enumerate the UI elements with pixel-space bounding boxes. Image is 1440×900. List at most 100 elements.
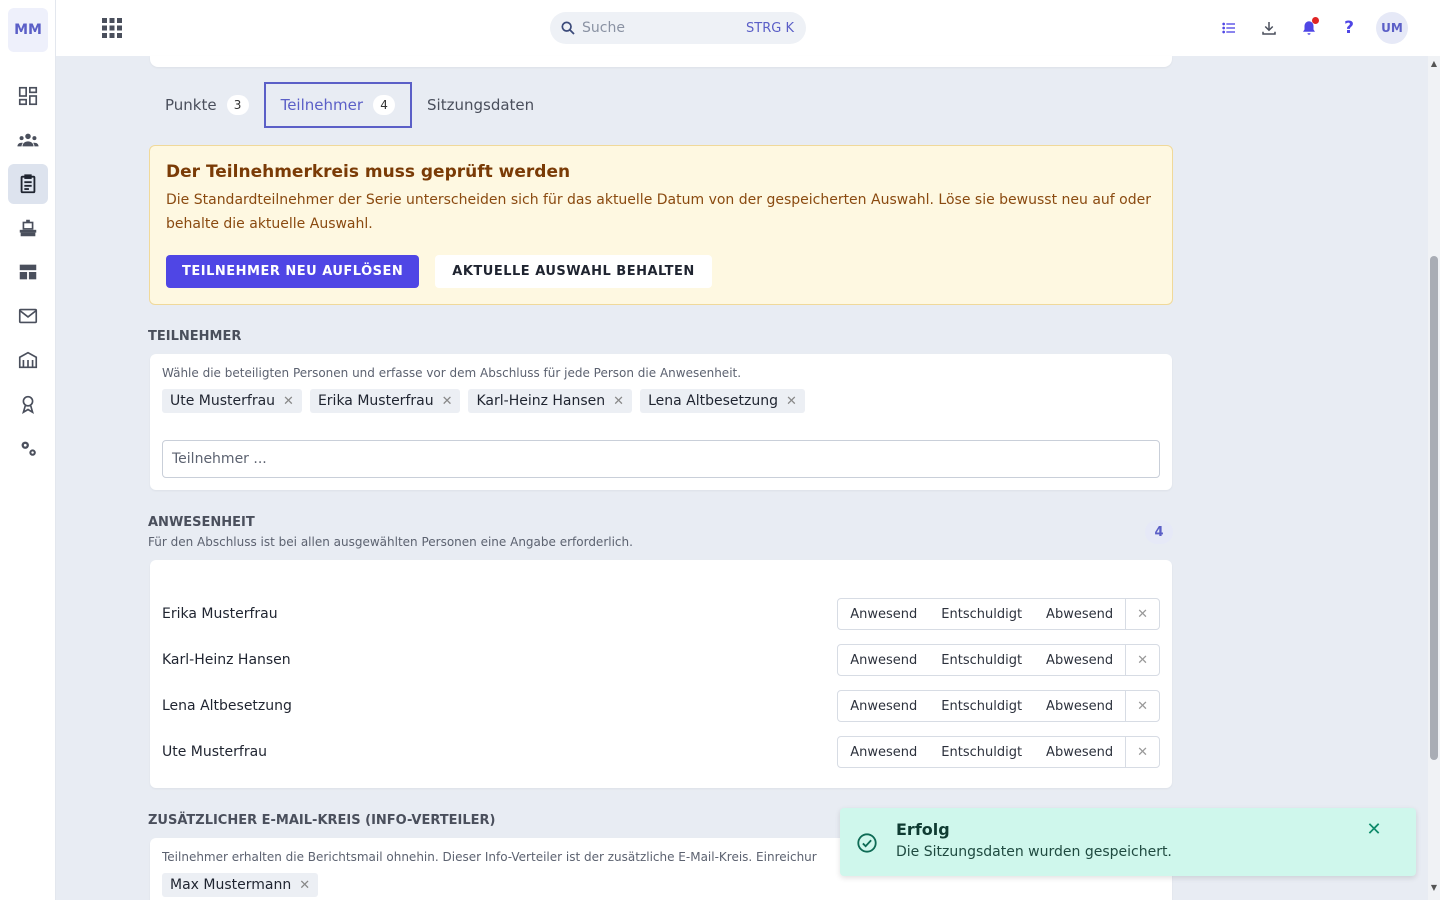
chip-label: Ute Musterfrau — [170, 393, 276, 409]
list-button[interactable] — [1216, 12, 1242, 44]
building-icon — [18, 351, 38, 369]
chip-label: Max Mustermann — [170, 877, 292, 893]
notifications-button[interactable] — [1296, 12, 1322, 44]
attendance-card: Erika Musterfrau Anwesend Entschuldigt A… — [150, 560, 1172, 788]
sidebar-item-settings[interactable] — [8, 428, 48, 468]
attendance-person-name: Ute Musterfrau — [162, 744, 268, 760]
list-icon — [1222, 22, 1235, 34]
participants-heading: TEILNEHMER — [148, 329, 242, 344]
option-excused[interactable]: Entschuldigt — [929, 599, 1034, 629]
download-icon — [1262, 22, 1276, 35]
sidebar-item-groups[interactable] — [8, 120, 48, 160]
option-absent[interactable]: Abwesend — [1034, 599, 1125, 629]
attendance-row: Erika Musterfrau Anwesend Entschuldigt A… — [162, 598, 1160, 630]
people-icon — [17, 133, 39, 147]
option-present[interactable]: Anwesend — [838, 691, 929, 721]
tab-label: Punkte — [165, 96, 217, 114]
tab-count-badge: 3 — [226, 95, 249, 115]
clear-icon[interactable]: ✕ — [1125, 645, 1159, 675]
apps-grid-icon[interactable] — [100, 16, 124, 40]
participant-search-input[interactable]: Teilnehmer ... — [162, 440, 1160, 478]
attendance-heading: ANWESENHEIT — [148, 515, 255, 530]
keep-selection-button[interactable]: AKTUELLE AUSWAHL BEHALTEN — [435, 255, 712, 288]
tab-sitzungsdaten[interactable]: Sitzungsdaten — [412, 82, 549, 128]
remove-chip-icon[interactable]: ✕ — [442, 394, 453, 409]
toast-title: Erfolg — [896, 820, 950, 839]
attendance-person-name: Lena Altbesetzung — [162, 698, 292, 714]
attendance-row: Lena Altbesetzung Anwesend Entschuldigt … — [162, 690, 1160, 722]
participants-hint: Wähle die beteiligten Personen und erfas… — [162, 366, 742, 380]
scroll-up-arrow-icon[interactable]: ▲ — [1430, 60, 1438, 68]
resolve-participants-button[interactable]: TEILNEHMER NEU AUFLÖSEN — [166, 255, 420, 288]
table-layout-icon — [19, 264, 37, 280]
search-shortcut: STRG K — [746, 20, 794, 36]
participant-chip: Lena Altbesetzung ✕ — [640, 389, 805, 413]
option-absent[interactable]: Abwesend — [1034, 691, 1125, 721]
option-excused[interactable]: Entschuldigt — [929, 645, 1034, 675]
previous-card-edge — [150, 56, 1172, 67]
remove-chip-icon[interactable]: ✕ — [283, 394, 294, 409]
option-excused[interactable]: Entschuldigt — [929, 691, 1034, 721]
attendance-count-badge: 4 — [1145, 520, 1173, 544]
option-excused[interactable]: Entschuldigt — [929, 737, 1034, 767]
option-absent[interactable]: Abwesend — [1034, 737, 1125, 767]
sidebar-item-meetings[interactable] — [8, 164, 48, 204]
sidebar-item-building[interactable] — [8, 340, 48, 380]
toast-message: Die Sitzungsdaten wurden gespeichert. — [896, 844, 1172, 860]
sidebar-item-layout[interactable] — [8, 252, 48, 292]
remove-chip-icon[interactable]: ✕ — [299, 878, 310, 893]
award-icon — [22, 395, 34, 415]
sidebar-item-desk[interactable] — [8, 208, 48, 248]
dashboard-icon — [18, 86, 38, 106]
scrollbar-thumb[interactable] — [1430, 256, 1438, 760]
participant-chip: Ute Musterfrau ✕ — [162, 389, 302, 413]
option-absent[interactable]: Abwesend — [1034, 645, 1125, 675]
tab-bar: Punkte 3 Teilnehmer 4 Sitzungsdaten — [150, 82, 549, 128]
top-bar: Suche STRG K ? UM — [56, 0, 1440, 56]
scroll-down-arrow-icon[interactable]: ▼ — [1430, 884, 1438, 892]
gears-icon — [21, 441, 36, 456]
participant-chip: Erika Musterfrau ✕ — [309, 389, 461, 413]
desk-icon — [19, 219, 37, 237]
attendance-person-name: Erika Musterfrau — [162, 606, 278, 622]
sidebar: MM — [0, 0, 56, 900]
warning-banner: Der Teilnehmerkreis muss geprüft werden … — [149, 145, 1173, 305]
clear-icon[interactable]: ✕ — [1125, 599, 1159, 629]
clear-icon[interactable]: ✕ — [1125, 691, 1159, 721]
app-logo[interactable]: MM — [8, 8, 48, 52]
search-placeholder: Suche — [582, 20, 625, 36]
tab-label: Sitzungsdaten — [427, 96, 535, 114]
help-button[interactable]: ? — [1336, 12, 1362, 44]
tab-teilnehmer[interactable]: Teilnehmer 4 — [263, 82, 413, 128]
clipboard-icon — [20, 174, 36, 194]
sidebar-item-mail[interactable] — [8, 296, 48, 336]
help-icon: ? — [1344, 18, 1354, 38]
tab-count-badge: 4 — [373, 95, 396, 115]
notification-dot — [1312, 17, 1319, 24]
chip-label: Erika Musterfrau — [317, 393, 434, 409]
option-present[interactable]: Anwesend — [838, 645, 929, 675]
user-avatar[interactable]: UM — [1376, 12, 1408, 44]
attendance-subtitle: Für den Abschluss ist bei allen ausgewäh… — [148, 535, 633, 549]
remove-chip-icon[interactable]: ✕ — [613, 394, 624, 409]
clear-icon[interactable]: ✕ — [1125, 737, 1159, 767]
close-icon[interactable]: ✕ — [1364, 820, 1384, 840]
attendance-person-name: Karl-Heinz Hansen — [162, 652, 291, 668]
email-recipient-chip: Max Mustermann ✕ — [162, 873, 319, 897]
participants-card: Wähle die beteiligten Personen und erfas… — [150, 354, 1172, 490]
email-circle-hint: Teilnehmer erhalten die Berichtsmail ohn… — [162, 850, 817, 864]
option-present[interactable]: Anwesend — [838, 599, 929, 629]
search-icon — [561, 21, 575, 35]
warning-title: Der Teilnehmerkreis muss geprüft werden — [166, 162, 571, 182]
email-circle-heading: ZUSÄTZLICHER E-MAIL-KREIS (INFO-VERTEILE… — [148, 813, 496, 828]
download-button[interactable] — [1256, 12, 1282, 44]
check-circle-icon — [857, 833, 877, 853]
remove-chip-icon[interactable]: ✕ — [786, 394, 797, 409]
sidebar-item-dashboard[interactable] — [8, 76, 48, 116]
tab-punkte[interactable]: Punkte 3 — [150, 82, 264, 128]
option-present[interactable]: Anwesend — [838, 737, 929, 767]
attendance-segmented-control: Anwesend Entschuldigt Abwesend ✕ — [837, 644, 1160, 676]
attendance-row: Karl-Heinz Hansen Anwesend Entschuldigt … — [162, 644, 1160, 676]
search-input[interactable]: Suche STRG K — [550, 12, 806, 44]
sidebar-item-awards[interactable] — [8, 384, 48, 424]
